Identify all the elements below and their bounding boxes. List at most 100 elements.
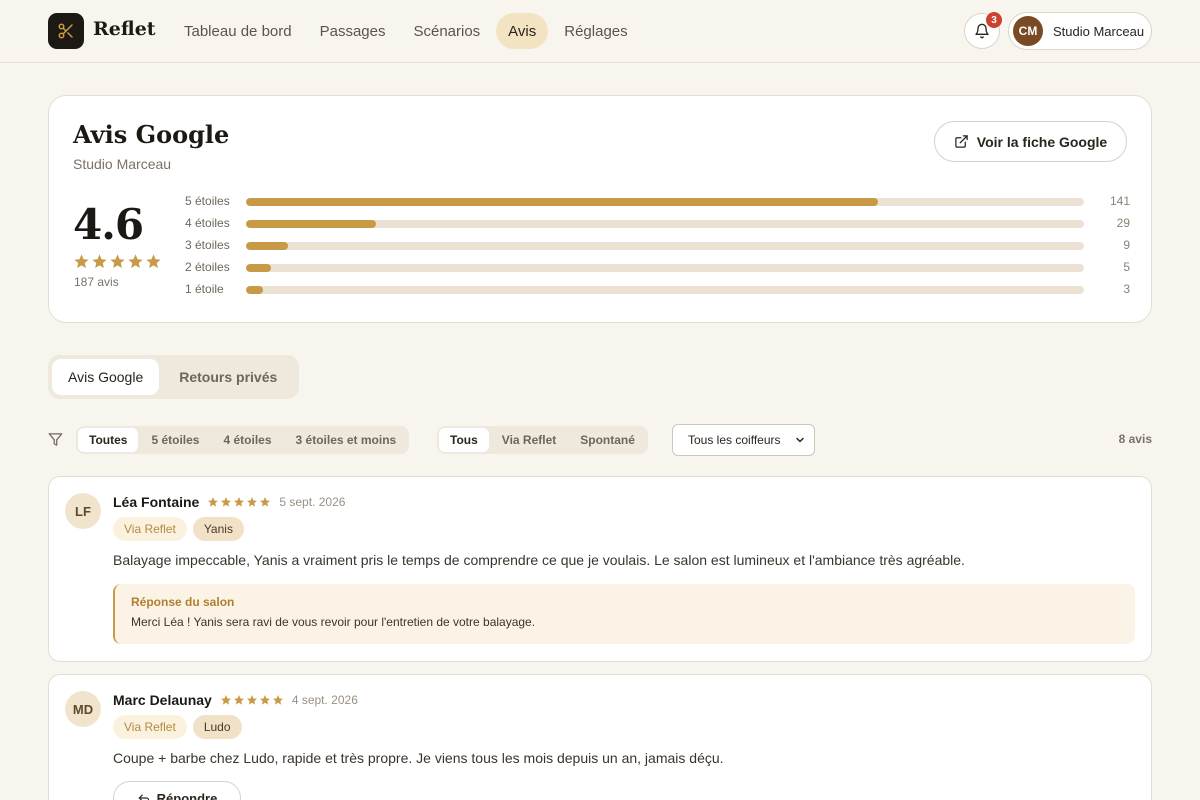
star-icon [247,497,258,507]
review-card: MD Marc Delaunay 4 sept. 2026 Via Reflet… [48,674,1152,800]
rating-distribution-row: 2 étoiles 5 [185,260,1130,276]
reviewer-name: Marc Delaunay [113,692,212,708]
review-type-tabs: Avis Google Retours privés [48,355,299,399]
source-filter: Tous Via Reflet Spontané [437,426,648,454]
salon-response: Réponse du salon Merci Léa ! Yanis sera … [113,584,1135,644]
review-source-tag: Via Reflet [113,517,187,541]
nav-item-reviews[interactable]: Avis [496,13,549,49]
source-filter-spontaneous[interactable]: Spontané [569,428,646,452]
nav-item-dashboard[interactable]: Tableau de bord [172,13,304,49]
star-icon [128,254,143,269]
account-name: Studio Marceau [1053,23,1145,39]
salon-response-text: Merci Léa ! Yanis sera ravi de vous revo… [131,615,536,629]
distribution-count: 9 [1123,238,1130,252]
distribution-label: 2 étoiles [185,260,230,274]
rating-filter-all[interactable]: Toutes [78,428,139,452]
distribution-label: 1 étoile [185,282,224,296]
distribution-label: 3 étoiles [185,238,230,252]
reply-button[interactable]: Répondre [113,781,241,800]
rating-filter-5-stars[interactable]: 5 étoiles [140,428,210,452]
rating-distribution-row: 3 étoiles 9 [185,238,1130,254]
total-review-count: 187 avis [74,275,119,289]
rating-filter-3-or-less[interactable]: 3 étoiles et moins [285,428,408,452]
distribution-bar [246,286,1084,294]
distribution-count: 3 [1123,282,1130,296]
rating-distribution-row: 5 étoiles 141 [185,194,1130,210]
account-avatar: CM [1013,16,1043,46]
star-icon [220,695,231,705]
distribution-bar-fill [246,220,376,228]
star-icon [74,254,89,269]
chevron-down-icon [796,437,804,443]
distribution-bar-fill [246,286,263,294]
rating-filter-4-stars[interactable]: 4 étoiles [212,428,282,452]
distribution-count: 5 [1123,260,1130,274]
rating-distribution-row: 1 étoile 3 [185,282,1130,298]
distribution-bar [246,242,1084,250]
nav-item-settings[interactable]: Réglages [552,13,639,49]
review-text: Coupe + barbe chez Ludo, rapide et très … [113,750,724,766]
reviewer-name: Léa Fontaine [113,494,200,510]
distribution-bar [246,264,1084,272]
nav-item-scenarios[interactable]: Scénarios [401,13,492,49]
star-icon [92,254,107,269]
reply-icon [138,794,149,800]
nav-item-visits[interactable]: Passages [308,13,398,49]
distribution-bar [246,198,1084,206]
rating-distribution-row: 4 étoiles 29 [185,216,1130,232]
star-icon [260,497,271,507]
external-link-icon [955,135,968,148]
star-icon [233,695,244,705]
main-nav: Tableau de bord Passages Scénarios Avis … [172,13,640,49]
top-navigation-bar: Reflet Tableau de bord Passages Scénario… [0,0,1200,63]
distribution-label: 5 étoiles [185,194,230,208]
brand-name: Reflet [93,18,156,40]
distribution-bar-fill [246,198,878,206]
tab-private-feedback[interactable]: Retours privés [163,359,293,395]
reply-button-label: Répondre [156,790,218,800]
review-source-tag: Via Reflet [113,715,187,739]
star-icon [246,695,257,705]
distribution-bar-fill [246,242,288,250]
review-date: 4 sept. 2026 [291,693,358,707]
reviewer-avatar: MD [65,691,101,727]
review-result-count: 8 avis [1118,432,1152,446]
distribution-label: 4 étoiles [185,216,230,230]
star-icon [146,254,161,269]
review-stars [207,496,271,508]
source-filter-via-reflet[interactable]: Via Reflet [491,428,567,452]
stylist-select-value: Tous les coiffeurs [688,433,781,447]
scissors-icon [58,23,73,39]
distribution-count: 29 [1116,216,1130,230]
account-menu-button[interactable]: CM Studio Marceau [1008,12,1152,50]
brand-logo[interactable] [48,13,84,49]
notifications-button[interactable]: 3 [964,12,1002,49]
source-filter-all[interactable]: Tous [439,428,489,452]
reviewer-avatar: LF [65,493,101,529]
distribution-count: 141 [1109,194,1130,208]
distribution-bar-fill [246,264,272,272]
notification-count-badge: 3 [986,12,1002,28]
review-stylist-tag: Ludo [192,715,242,739]
star-icon [234,497,245,507]
page-subtitle: Studio Marceau [73,156,172,172]
star-icon [208,497,219,507]
tab-google-reviews[interactable]: Avis Google [52,359,160,395]
page-title: Avis Google [73,120,230,149]
star-icon [272,695,283,705]
average-rating: 4.6 [73,200,144,249]
star-icon [221,497,232,507]
review-card: LF Léa Fontaine 5 sept. 2026 Via Reflet … [48,476,1152,662]
star-icon [259,695,270,705]
view-google-listing-button[interactable]: Voir la fiche Google [934,121,1127,162]
view-google-listing-label: Voir la fiche Google [976,133,1108,150]
review-text: Balayage impeccable, Yanis a vraiment pr… [113,552,965,568]
review-date: 5 sept. 2026 [279,495,346,509]
rating-filter: Toutes 5 étoiles 4 étoiles 3 étoiles et … [76,426,410,454]
star-icon [110,254,125,269]
stylist-select[interactable]: Tous les coiffeurs [672,424,815,456]
distribution-bar [246,220,1084,228]
review-stylist-tag: Yanis [192,517,244,541]
rating-summary-card: Avis Google Studio Marceau Voir la fiche… [48,95,1152,323]
average-rating-stars [73,253,162,270]
